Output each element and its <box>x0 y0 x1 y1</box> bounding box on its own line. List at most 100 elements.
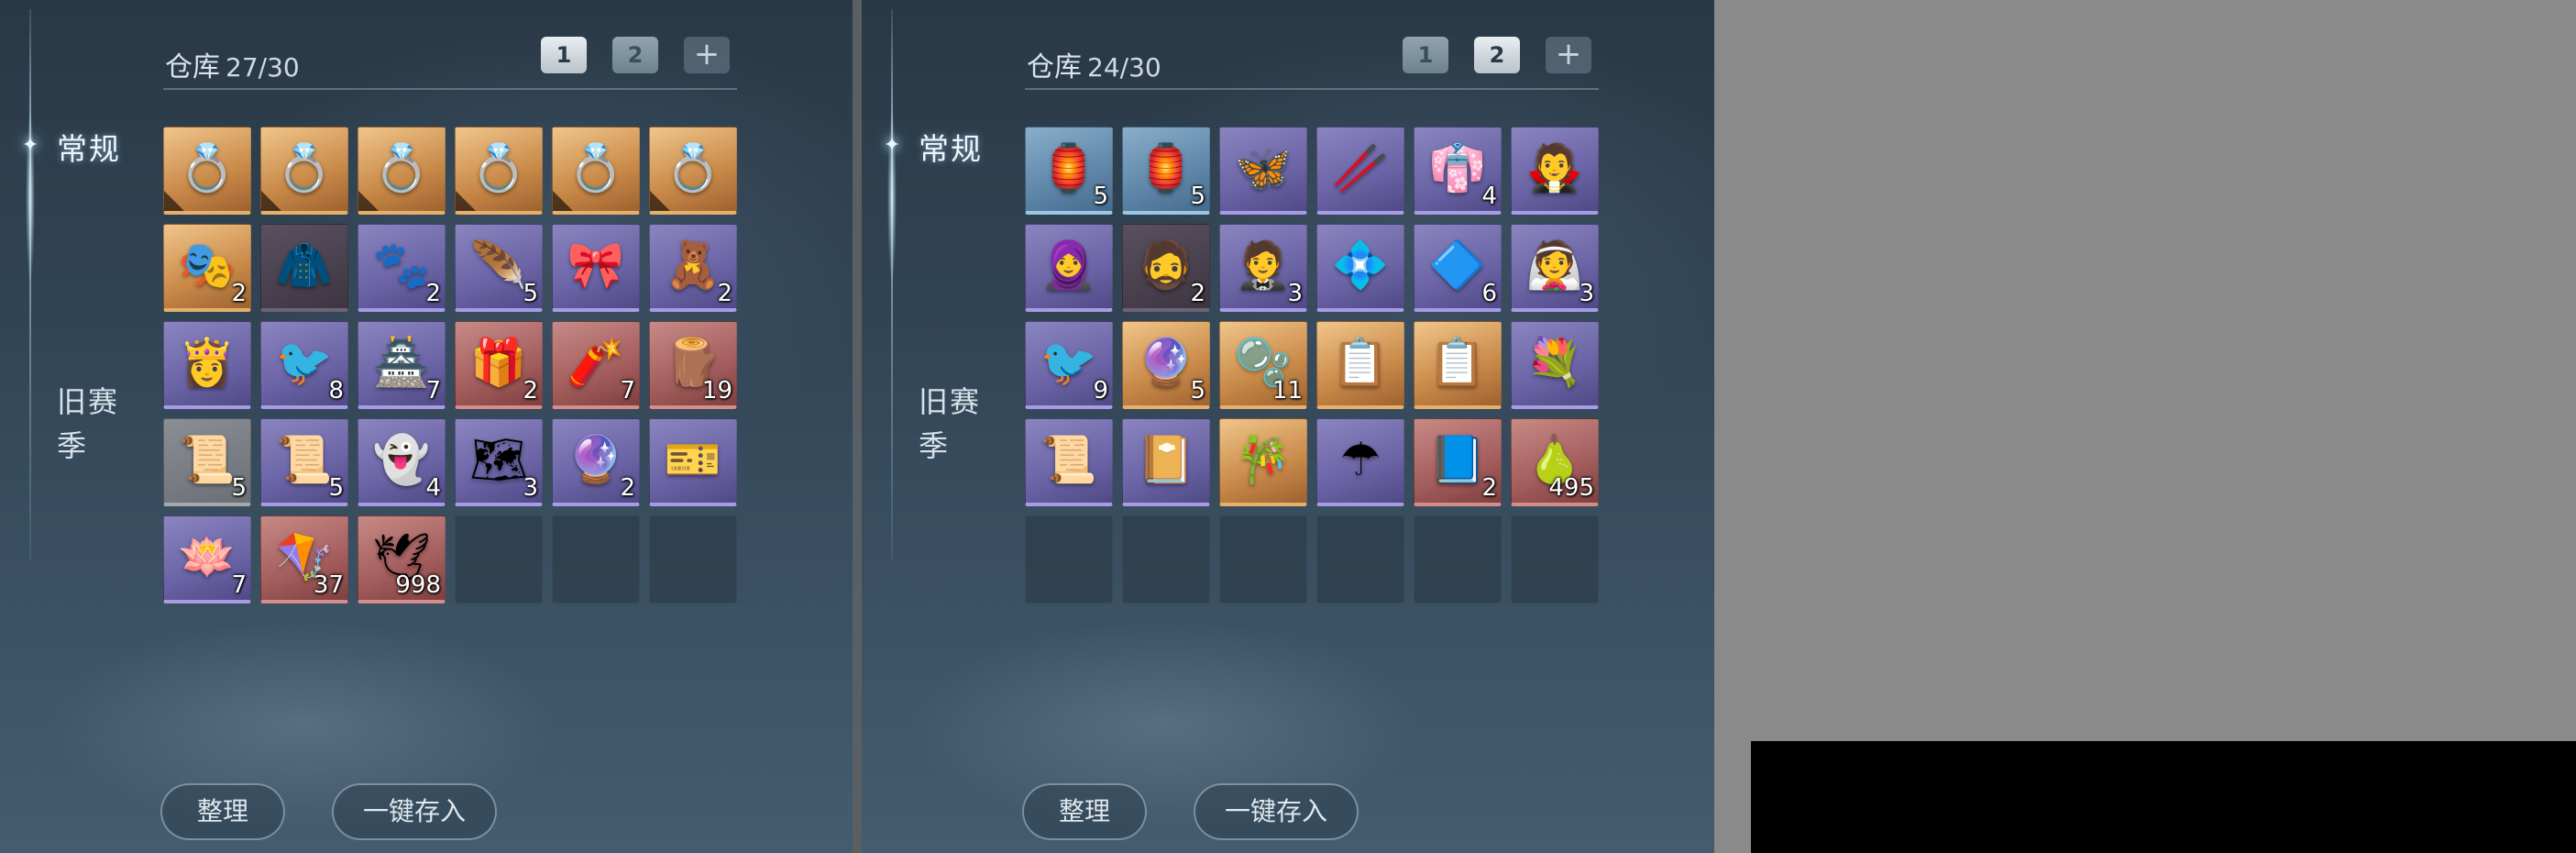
chopsticks-icon: 🥢 <box>1331 140 1390 194</box>
store-all-button[interactable]: 一键存入 <box>332 783 497 840</box>
ring-icon: 💍 <box>567 140 625 194</box>
empty-slot[interactable] <box>1122 515 1210 604</box>
item-slot[interactable]: 🪷 7 <box>163 515 251 604</box>
warehouse-title: 仓库 27/30 <box>165 44 300 84</box>
item-quantity: 7 <box>231 571 247 599</box>
page-2-button[interactable]: 2 <box>1474 37 1520 73</box>
ring-icon: 💍 <box>664 140 722 194</box>
item-slot[interactable]: 🧔 2 <box>1122 224 1210 312</box>
orb-icon: 🔮 <box>1137 335 1195 389</box>
item-slot[interactable]: 🪶 5 <box>455 224 543 312</box>
item-slot[interactable]: ☂ <box>1316 418 1404 506</box>
item-slot[interactable]: 🦋 <box>1219 127 1307 215</box>
tab-normal[interactable]: 常规 <box>57 125 121 169</box>
item-slot[interactable]: 🪁 37 <box>260 515 348 604</box>
item-slot[interactable]: 💍 <box>358 127 446 215</box>
empty-slot[interactable] <box>455 515 543 604</box>
item-slot[interactable]: 🧥 <box>260 224 348 312</box>
item-slot[interactable]: 💍 <box>552 127 640 215</box>
item-quantity: 5 <box>231 474 247 502</box>
item-slot[interactable]: 🎋 <box>1219 418 1307 506</box>
bound-corner-mark <box>164 191 184 211</box>
pavilion-icon: 🏯 <box>372 335 431 389</box>
item-slot[interactable]: 📋 <box>1316 321 1404 409</box>
item-slot[interactable]: 💍 <box>163 127 251 215</box>
plush-icon: 🧸 <box>664 238 722 292</box>
item-slot[interactable]: 🧕 <box>1025 224 1113 312</box>
item-quantity: 2 <box>425 280 441 307</box>
active-tab-marker-icon: ✦ <box>883 134 901 157</box>
empty-slot[interactable] <box>1316 515 1404 604</box>
item-slot[interactable]: 💍 <box>260 127 348 215</box>
item-slot[interactable]: 🔷 6 <box>1414 224 1502 312</box>
mask-icon: 🎭 <box>178 238 237 292</box>
item-slot[interactable]: 📜 <box>1025 418 1113 506</box>
item-slot[interactable]: 🏮 5 <box>1025 127 1113 215</box>
item-slot[interactable]: 🥢 <box>1316 127 1404 215</box>
item-quantity: 3 <box>1579 280 1594 307</box>
sort-button[interactable]: 整理 <box>160 783 285 840</box>
empty-slot[interactable] <box>649 515 737 604</box>
item-slot[interactable]: 📔 <box>1122 418 1210 506</box>
add-page-button[interactable]: + <box>1546 37 1591 73</box>
item-quantity: 8 <box>328 377 344 404</box>
crystal-shard-icon: 🔷 <box>1428 238 1487 292</box>
empty-slot[interactable] <box>1219 515 1307 604</box>
item-slot[interactable]: 🔮 2 <box>552 418 640 506</box>
page-1-button[interactable]: 1 <box>1403 37 1448 73</box>
empty-slot[interactable] <box>1025 515 1113 604</box>
item-quantity: 2 <box>620 474 635 502</box>
bird-icon: 🐦 <box>1040 335 1098 389</box>
warehouse-title-text: 仓库 <box>1027 51 1082 83</box>
scroll-icon: 📜 <box>178 432 237 486</box>
tab-normal[interactable]: 常规 <box>919 125 983 169</box>
item-slot[interactable]: 🔮 5 <box>1122 321 1210 409</box>
item-quantity: 2 <box>717 280 732 307</box>
item-slot[interactable]: 🧸 2 <box>649 224 737 312</box>
item-slot[interactable]: 👻 4 <box>358 418 446 506</box>
item-slot[interactable]: 📋 <box>1414 321 1502 409</box>
item-slot[interactable]: 📜 5 <box>163 418 251 506</box>
book-icon: 📘 <box>1428 432 1487 486</box>
item-slot[interactable]: 👸 <box>163 321 251 409</box>
item-slot[interactable]: 🎁 2 <box>455 321 543 409</box>
item-quantity: 7 <box>620 377 635 404</box>
empty-slot[interactable] <box>552 515 640 604</box>
item-slot[interactable]: 👘 4 <box>1414 127 1502 215</box>
item-quantity: 4 <box>425 474 441 502</box>
item-slot[interactable]: 🎫 <box>649 418 737 506</box>
item-slot[interactable]: 🧛 <box>1511 127 1599 215</box>
item-slot[interactable]: 🤵 3 <box>1219 224 1307 312</box>
item-slot[interactable]: 🗺 3 <box>455 418 543 506</box>
sort-button[interactable]: 整理 <box>1022 783 1147 840</box>
item-slot[interactable]: 🏮 5 <box>1122 127 1210 215</box>
item-slot[interactable]: 💍 <box>649 127 737 215</box>
bound-corner-mark <box>456 191 476 211</box>
item-slot[interactable]: 💐 <box>1511 321 1599 409</box>
page-2-button[interactable]: 2 <box>612 37 658 73</box>
gift-box-icon: 🎁 <box>469 335 528 389</box>
item-slot[interactable]: 🪵 19 <box>649 321 737 409</box>
empty-slot[interactable] <box>1511 515 1599 604</box>
item-slot[interactable]: 👰 3 <box>1511 224 1599 312</box>
item-slot[interactable]: 🐾 2 <box>358 224 446 312</box>
item-slot[interactable]: 🐦 9 <box>1025 321 1113 409</box>
tab-old-season[interactable]: 旧赛季 <box>57 380 130 468</box>
add-page-button[interactable]: + <box>684 37 730 73</box>
item-slot[interactable]: 🕊 998 <box>358 515 446 604</box>
item-slot[interactable]: 🧨 7 <box>552 321 640 409</box>
store-all-button[interactable]: 一键存入 <box>1194 783 1359 840</box>
item-slot[interactable]: 🎭 2 <box>163 224 251 312</box>
item-slot[interactable]: 💍 <box>455 127 543 215</box>
item-slot[interactable]: 🐦 8 <box>260 321 348 409</box>
item-slot[interactable]: 🎀 <box>552 224 640 312</box>
item-slot[interactable]: 💠 <box>1316 224 1404 312</box>
item-slot[interactable]: 📘 2 <box>1414 418 1502 506</box>
empty-slot[interactable] <box>1414 515 1502 604</box>
item-slot[interactable]: 🏯 7 <box>358 321 446 409</box>
page-1-button[interactable]: 1 <box>541 37 587 73</box>
item-slot[interactable]: 🫧 11 <box>1219 321 1307 409</box>
item-slot[interactable]: 📜 5 <box>260 418 348 506</box>
tab-old-season[interactable]: 旧赛季 <box>919 380 992 468</box>
item-slot[interactable]: 🍐 495 <box>1511 418 1599 506</box>
